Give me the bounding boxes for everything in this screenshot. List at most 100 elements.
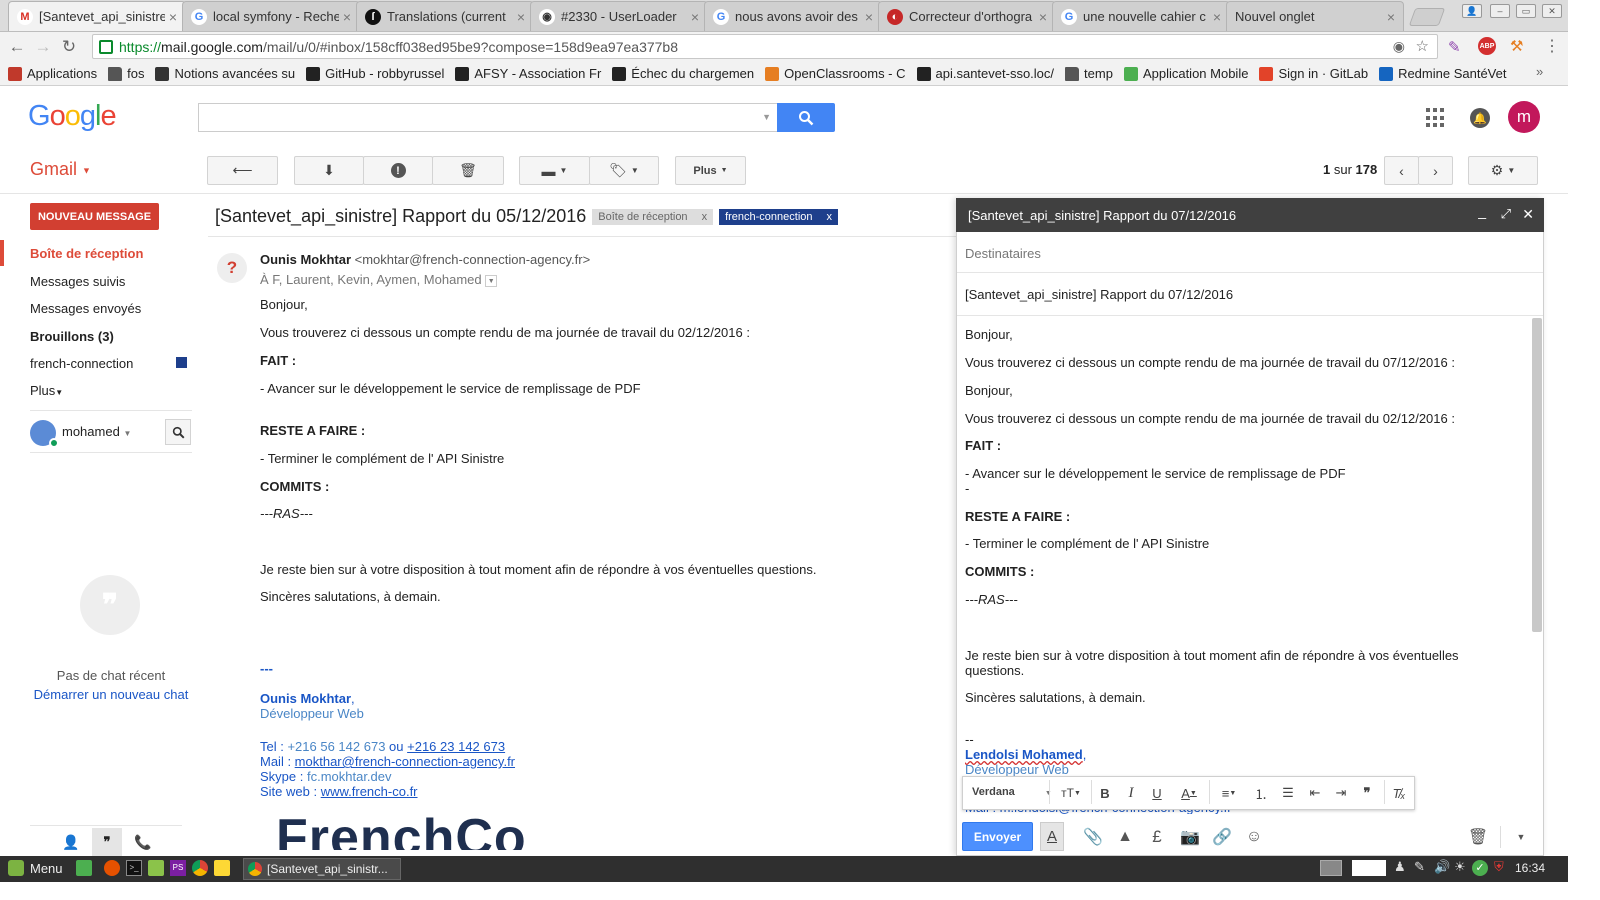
bookmark-item[interactable]: temp <box>1065 66 1113 81</box>
mail-link[interactable]: mokthar@french-connection-agency.fr <box>295 754 515 769</box>
italic-icon[interactable]: I <box>1120 784 1142 802</box>
align-icon[interactable]: ≡ ▼ <box>1214 784 1244 802</box>
remove-label-icon[interactable]: x <box>702 211 708 223</box>
text-color-icon[interactable]: A ▼ <box>1172 784 1206 802</box>
start-new-chat-link[interactable]: Démarrer un nouveau chat <box>30 687 192 702</box>
phone-icon[interactable]: 📞 <box>134 834 151 851</box>
close-window-button[interactable]: ✕ <box>1542 4 1562 18</box>
forward-arrow-icon[interactable]: → <box>30 34 56 60</box>
site-link[interactable]: www.french-co.fr <box>321 784 418 799</box>
bookmark-item[interactable]: Échec du chargemen <box>612 66 754 81</box>
close-tab-icon[interactable]: × <box>865 9 873 25</box>
bookmark-item[interactable]: OpenClassrooms - C <box>765 66 906 81</box>
settings-button[interactable]: ⚙ ▼ <box>1468 156 1538 185</box>
older-button[interactable]: › <box>1418 156 1453 185</box>
workspace-switcher[interactable] <box>1320 860 1342 876</box>
more-options-chevron-icon[interactable]: ▼ <box>1510 826 1532 848</box>
browser-tab[interactable]: ſ Translations (current × <box>356 1 534 31</box>
bookmark-star-icon[interactable]: ☆ <box>1416 37 1429 55</box>
reload-icon[interactable]: ↻ <box>56 34 82 60</box>
update-ok-icon[interactable]: ✓ <box>1472 860 1488 876</box>
nav-label-french-connection[interactable]: french-connection <box>30 356 133 371</box>
show-desktop-icon[interactable] <box>76 860 92 876</box>
expand-icon[interactable]: ⤢ <box>1501 206 1511 222</box>
compose-button[interactable]: NOUVEAU MESSAGE <box>30 203 159 230</box>
show-details-chevron-icon[interactable]: ▼ <box>485 274 498 287</box>
chrome-icon[interactable] <box>192 860 208 876</box>
font-size-button[interactable]: ᴛT ▼ <box>1056 784 1086 802</box>
browser-tab[interactable]: Glocal symfony - Reche × <box>182 1 360 31</box>
bookmark-item[interactable]: Notions avancées su <box>155 66 295 81</box>
close-tab-icon[interactable]: × <box>691 9 699 25</box>
nav-sent[interactable]: Messages envoyés <box>30 301 141 316</box>
insert-link-icon[interactable]: 🔗 <box>1211 826 1233 848</box>
pen-tray-icon[interactable]: ✎ <box>1414 859 1425 875</box>
insert-emoji-icon[interactable]: ☺ <box>1243 826 1265 848</box>
phpstorm-icon[interactable]: PS <box>170 860 186 876</box>
indent-more-icon[interactable]: ⇥ <box>1330 784 1352 802</box>
tel-link[interactable]: +216 23 142 673 <box>407 739 505 754</box>
delete-button[interactable]: 🗑 <box>432 156 504 185</box>
minimize-icon[interactable]: _ <box>1478 203 1486 219</box>
workspace-2[interactable] <box>1352 860 1386 876</box>
terminal-icon[interactable]: >_ <box>126 860 142 876</box>
indent-less-icon[interactable]: ⇤ <box>1304 784 1326 802</box>
hangouts-user-menu[interactable]: mohamed ▼ <box>62 424 131 439</box>
insert-money-icon[interactable]: £ <box>1146 826 1168 848</box>
firefox-icon[interactable] <box>104 860 120 876</box>
send-button[interactable]: Envoyer <box>962 822 1033 851</box>
close-tab-icon[interactable]: × <box>1387 9 1395 25</box>
bookmark-item[interactable]: api.santevet-sso.loc/ <box>916 66 1054 81</box>
bookmark-item[interactable]: Application Mobile <box>1123 66 1248 81</box>
label-chip-french-connection[interactable]: french-connection x <box>719 209 839 226</box>
browser-tab[interactable]: ◉ #2330 - UserLoader × <box>530 1 708 31</box>
font-family-select[interactable]: Verdana▼ <box>972 786 1052 798</box>
maximize-button[interactable]: ▭ <box>1516 4 1536 18</box>
insert-photo-camera-icon[interactable]: 📷 <box>1179 826 1201 848</box>
attach-paperclip-icon[interactable]: 📎 <box>1082 826 1104 848</box>
close-tab-icon[interactable]: × <box>169 9 177 25</box>
nav-drafts[interactable]: Brouillons (3) <box>30 329 114 344</box>
search-button[interactable] <box>777 103 835 132</box>
more-actions-button[interactable]: Plus ▼ <box>675 156 746 185</box>
remove-label-icon[interactable]: x <box>827 211 833 223</box>
gmail-app-switcher[interactable]: Gmail ▼ <box>30 159 91 180</box>
close-tab-icon[interactable]: × <box>1039 9 1047 25</box>
mail-search-input[interactable]: ▼ <box>198 103 777 132</box>
sender-avatar-unknown-icon[interactable]: ? <box>217 253 247 283</box>
recipients-field[interactable]: Destinataires <box>957 233 1543 273</box>
labels-button[interactable]: 🏷 ▼ <box>589 156 659 185</box>
bookmark-item[interactable]: fos <box>108 66 144 81</box>
close-tab-icon[interactable]: × <box>343 9 351 25</box>
brightness-icon[interactable]: ☀ <box>1454 859 1466 875</box>
account-avatar[interactable]: m <box>1508 101 1540 133</box>
google-drive-icon[interactable]: ▲ <box>1114 826 1136 848</box>
bold-icon[interactable]: B <box>1094 784 1116 802</box>
apps-grid-icon[interactable] <box>1426 108 1446 128</box>
browser-tab[interactable]: Nouvel onglet × <box>1226 1 1404 31</box>
contacts-person-icon[interactable]: 👤 <box>62 834 79 851</box>
newer-button[interactable]: ‹ <box>1384 156 1419 185</box>
shield-icon[interactable]: ⛨ <box>1494 859 1504 875</box>
user-tray-icon[interactable]: ♟ <box>1394 859 1406 875</box>
quote-icon[interactable]: ❞ <box>1356 784 1378 802</box>
close-tab-icon[interactable]: × <box>1213 9 1221 25</box>
browser-tab[interactable]: Gune nouvelle cahier c × <box>1052 1 1230 31</box>
start-menu-button[interactable]: Menu <box>8 860 63 876</box>
numbered-list-icon[interactable]: ⒈ <box>1250 784 1272 802</box>
files-folder-icon[interactable] <box>148 860 164 876</box>
search-options-chevron-icon[interactable]: ▼ <box>762 112 771 122</box>
minimize-button[interactable]: – <box>1490 4 1510 18</box>
hangouts-chat-icon[interactable]: ❞ <box>92 828 122 856</box>
label-color-swatch[interactable] <box>176 357 187 368</box>
bookmark-item[interactable]: Sign in · GitLab <box>1259 66 1368 81</box>
discard-trash-icon[interactable]: 🗑 <box>1467 826 1489 848</box>
sender-name[interactable]: Ounis Mokhtar <box>260 252 351 267</box>
eye-icon[interactable]: ◉ <box>1393 38 1405 55</box>
browser-tab[interactable]: Gnous avons avoir des × <box>704 1 882 31</box>
bookmark-item[interactable]: Applications <box>8 66 97 81</box>
url-field[interactable]: https://mail.google.com/mail/u/0/#inbox/… <box>92 34 1438 59</box>
compose-scrollbar[interactable] <box>1532 318 1542 632</box>
remove-formatting-icon[interactable]: T̸ₓ <box>1388 784 1410 802</box>
label-chip-inbox[interactable]: Boîte de réception x <box>592 209 714 226</box>
